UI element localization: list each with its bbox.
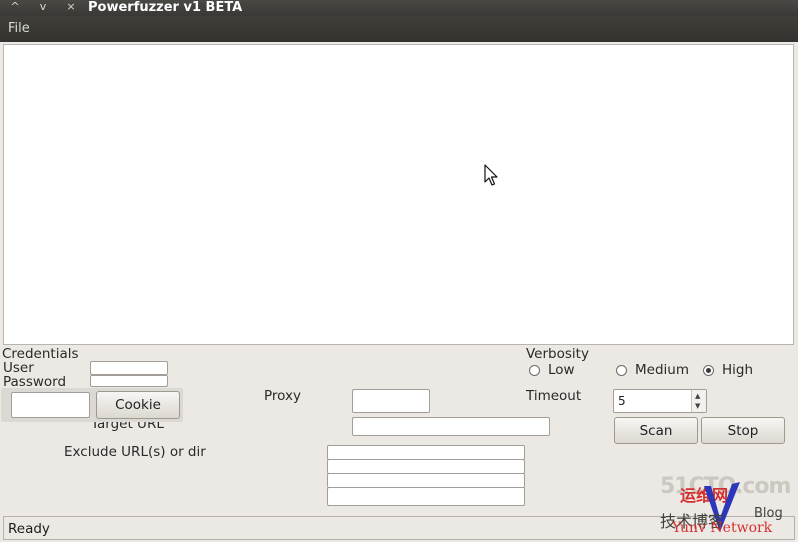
minimize-icon[interactable]: v: [34, 0, 52, 14]
title-bar: ^ v × Powerfuzzer v1 BETA: [0, 0, 798, 16]
exclude-label: Exclude URL(s) or dir: [64, 444, 206, 460]
spin-arrows[interactable]: ▲ ▼: [691, 390, 706, 412]
exclude-input[interactable]: [327, 473, 525, 488]
radio-medium[interactable]: [616, 365, 627, 376]
exclude-input[interactable]: [327, 487, 525, 506]
radio-high[interactable]: [703, 365, 714, 376]
scan-button[interactable]: Scan: [614, 417, 698, 444]
proxy-label: Proxy: [264, 388, 301, 404]
timeout-value[interactable]: 5: [618, 394, 626, 408]
exclude-input[interactable]: [327, 459, 525, 474]
radio-low-label[interactable]: Low: [548, 363, 575, 378]
menu-bar: File: [0, 16, 798, 42]
watermark-logo: 51CTO.com 运维网 技术博客 Blog Yunv Network: [658, 474, 796, 540]
target-url-input[interactable]: [352, 417, 550, 436]
maximize-icon[interactable]: ^: [6, 0, 24, 14]
status-text: Ready: [8, 521, 50, 537]
menu-file[interactable]: File: [8, 21, 30, 36]
radio-medium-label[interactable]: Medium: [635, 363, 689, 378]
password-input[interactable]: [90, 375, 168, 387]
stop-button[interactable]: Stop: [701, 417, 785, 444]
cookie-button[interactable]: Cookie: [96, 391, 180, 419]
user-input[interactable]: [90, 361, 168, 375]
cookie-input[interactable]: [11, 392, 90, 418]
verbosity-label: Verbosity: [526, 346, 589, 362]
exclude-input[interactable]: [327, 445, 525, 460]
output-area[interactable]: [3, 44, 794, 345]
radio-high-label[interactable]: High: [722, 363, 753, 378]
close-icon[interactable]: ×: [62, 0, 80, 14]
radio-low[interactable]: [529, 365, 540, 376]
mouse-pointer-icon: [484, 164, 498, 186]
window-title: Powerfuzzer v1 BETA: [88, 0, 243, 15]
watermark-blog: Blog: [754, 506, 783, 521]
watermark-network: Yunv Network: [672, 520, 773, 536]
timeout-label: Timeout: [526, 388, 582, 404]
proxy-input[interactable]: [352, 389, 430, 413]
spin-down-icon[interactable]: ▼: [695, 402, 700, 410]
timeout-spinbox[interactable]: 5 ▲ ▼: [613, 389, 707, 413]
spin-up-icon[interactable]: ▲: [695, 392, 700, 400]
